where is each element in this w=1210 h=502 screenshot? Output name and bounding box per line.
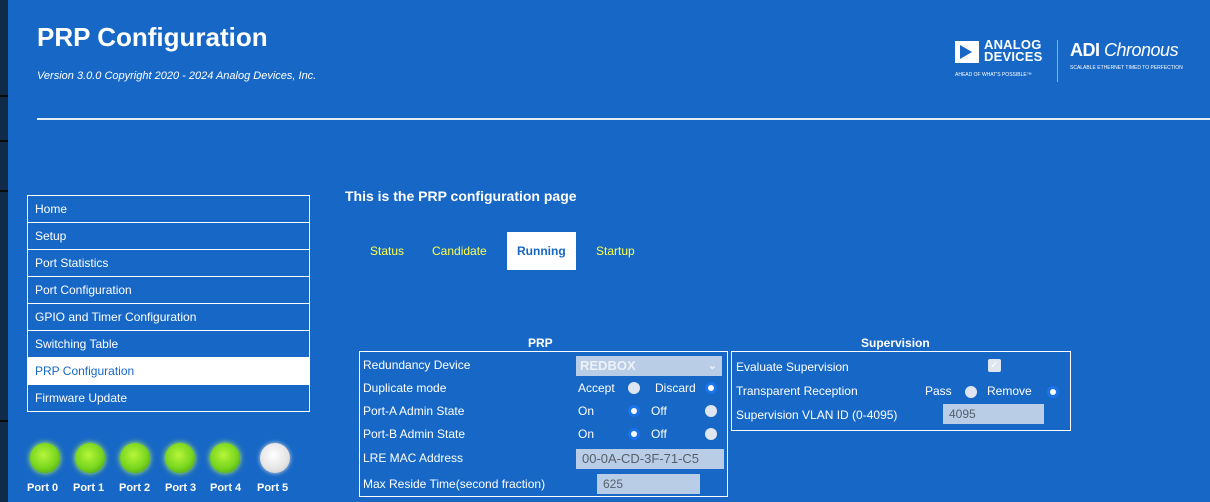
sidebar-item-home[interactable]: Home <box>28 196 309 223</box>
port-b-on-label: On <box>578 427 595 441</box>
port-0-led <box>30 443 60 473</box>
sidebar-item-prp-configuration[interactable]: PRP Configuration <box>28 358 309 385</box>
port-a-off-label: Off <box>651 404 667 418</box>
port-1-label: Port 1 <box>73 482 105 494</box>
port-a-on-label: On <box>578 404 595 418</box>
port-4-label: Port 4 <box>210 482 242 494</box>
sidebar-item-setup[interactable]: Setup <box>28 223 309 250</box>
port-a-admin-label: Port-A Admin State <box>363 404 465 418</box>
port-a-on-radio[interactable] <box>628 405 640 417</box>
page-heading: This is the PRP configuration page <box>345 188 577 204</box>
port-2-label: Port 2 <box>119 482 151 494</box>
port-b-off-radio[interactable] <box>705 428 717 440</box>
transparent-pass-radio[interactable] <box>965 386 977 398</box>
port-5-led <box>260 443 290 473</box>
header-divider <box>37 118 1210 120</box>
prp-section-title: PRP <box>528 336 553 350</box>
port-a-off-radio[interactable] <box>705 405 717 417</box>
port-4-led <box>210 443 240 473</box>
version-text: Version 3.0.0 Copyright 2020 - 2024 Anal… <box>37 70 317 82</box>
port-0-label: Port 0 <box>27 482 59 494</box>
sidebar-nav: Home Setup Port Statistics Port Configur… <box>27 195 310 412</box>
adi-chronous-logo: ADI Chronous SCALABLE ETHERNET TIMED TO … <box>1070 40 1183 71</box>
tab-startup[interactable]: Startup <box>596 232 635 270</box>
analog-devices-mark-icon <box>955 41 979 63</box>
tab-status[interactable]: Status <box>370 232 404 270</box>
port-b-on-radio[interactable] <box>628 428 640 440</box>
left-edge <box>0 0 8 502</box>
sidebar-item-gpio-timer[interactable]: GPIO and Timer Configuration <box>28 304 309 331</box>
port-b-off-label: Off <box>651 427 667 441</box>
sidebar-item-port-statistics[interactable]: Port Statistics <box>28 250 309 277</box>
supervision-vlan-field[interactable]: 4095 <box>943 404 1044 424</box>
supervision-vlan-label: Supervision VLAN ID (0-4095) <box>736 408 898 422</box>
supervision-section-title: Supervision <box>861 336 930 350</box>
max-reside-field[interactable]: 625 <box>597 474 700 494</box>
port-3-label: Port 3 <box>165 482 197 494</box>
duplicate-discard-radio[interactable] <box>705 382 717 394</box>
port-3-led <box>165 443 195 473</box>
logo-divider <box>1057 40 1058 82</box>
redundancy-device-select[interactable]: REDBOX ⌄ <box>576 356 722 376</box>
redundancy-device-label: Redundancy Device <box>363 358 471 372</box>
port-2-led <box>120 443 150 473</box>
duplicate-accept-radio[interactable] <box>628 382 640 394</box>
duplicate-mode-label: Duplicate mode <box>363 381 447 395</box>
transparent-remove-radio[interactable] <box>1047 386 1059 398</box>
chevron-down-icon: ⌄ <box>707 360 717 372</box>
duplicate-discard-label: Discard <box>655 381 696 395</box>
port-5-label: Port 5 <box>257 482 289 494</box>
max-reside-label: Max Reside Time(second fraction) <box>363 477 546 491</box>
evaluate-supervision-label: Evaluate Supervision <box>736 360 849 374</box>
tab-candidate[interactable]: Candidate <box>432 232 487 270</box>
port-b-admin-label: Port-B Admin State <box>363 427 466 441</box>
transparent-remove-label: Remove <box>987 384 1032 398</box>
analog-devices-logo: ANALOG DEVICES AHEAD OF WHAT'S POSSIBLE™ <box>955 37 1043 78</box>
tab-running[interactable]: Running <box>507 232 576 270</box>
sidebar-item-port-configuration[interactable]: Port Configuration <box>28 277 309 304</box>
lre-mac-label: LRE MAC Address <box>363 451 464 465</box>
sidebar-item-firmware-update[interactable]: Firmware Update <box>28 385 309 411</box>
transparent-pass-label: Pass <box>925 384 952 398</box>
evaluate-supervision-checkbox[interactable]: ✓ <box>988 359 1001 372</box>
sidebar-item-switching-table[interactable]: Switching Table <box>28 331 309 358</box>
port-1-led <box>75 443 105 473</box>
page-title: PRP Configuration <box>37 22 268 52</box>
lre-mac-field[interactable]: 00-0A-CD-3F-71-C5 <box>576 449 724 469</box>
duplicate-accept-label: Accept <box>578 381 615 395</box>
transparent-reception-label: Transparent Reception <box>736 384 858 398</box>
